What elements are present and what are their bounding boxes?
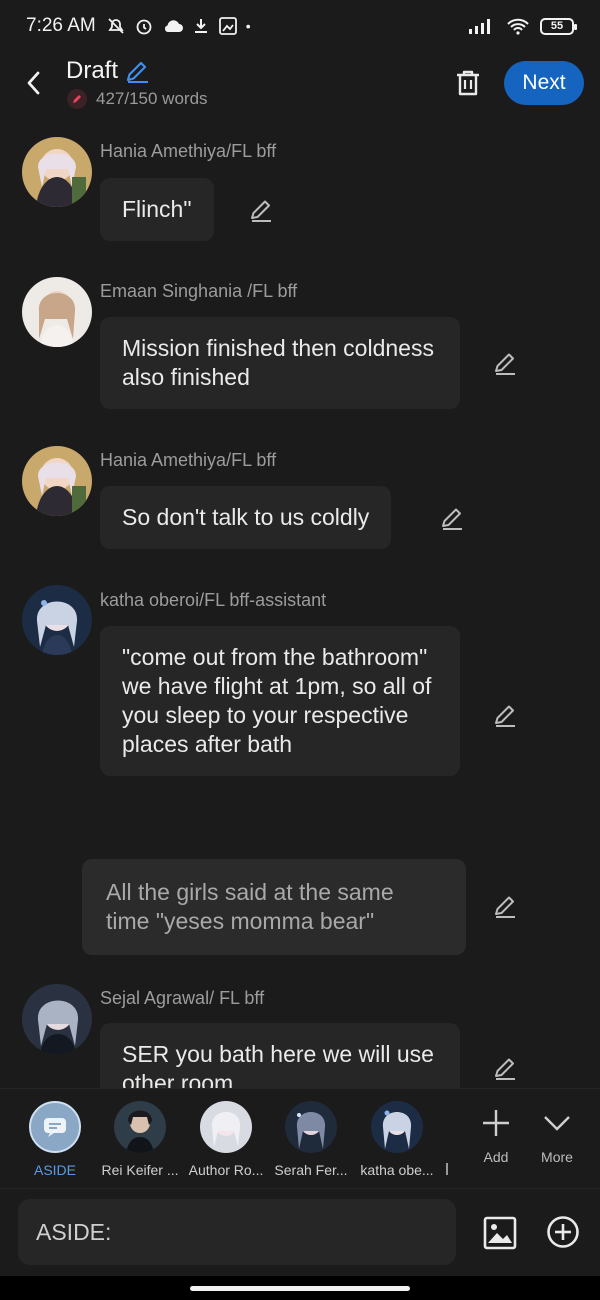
status-bar: 7:26 AM • 55	[0, 0, 600, 52]
signal-icon	[469, 19, 490, 34]
input-placeholder: ASIDE:	[36, 1218, 112, 1245]
edit-title-icon[interactable]	[124, 58, 150, 84]
character-label: Author Ro...	[188, 1162, 264, 1178]
dot-icon: •	[245, 18, 251, 34]
add-character-button[interactable]: Add	[466, 1107, 526, 1165]
add-circle-icon[interactable]	[546, 1215, 580, 1249]
trash-icon[interactable]	[454, 68, 482, 98]
input-bar: ASIDE:	[0, 1188, 600, 1276]
message-input[interactable]: ASIDE:	[18, 1199, 456, 1265]
page-title: Draft	[66, 56, 119, 84]
chevron-left-icon	[27, 71, 40, 95]
avatar-sejal[interactable]	[22, 984, 92, 1054]
message-bubble[interactable]: Flinch"	[100, 178, 214, 241]
plus-icon	[483, 1110, 509, 1136]
character-label: ASIDE	[33, 1162, 76, 1178]
home-indicator[interactable]	[190, 1286, 410, 1291]
header: Draft 427/150 words Next	[0, 52, 600, 114]
avatar-author	[200, 1101, 252, 1153]
character-serah[interactable]: Serah Fer...	[269, 1101, 353, 1178]
message-author: Sejal Agrawal/ FL bff	[100, 988, 265, 1008]
avatar-rei	[114, 1101, 166, 1153]
system-nav-bar	[0, 1276, 600, 1300]
message-bubble[interactable]: So don't talk to us coldly	[100, 486, 392, 549]
character-bar: ASIDE Rei Keifer ... Author Ro... Serah …	[0, 1088, 600, 1188]
avatar-hania[interactable]	[22, 446, 92, 516]
alarm-icon	[136, 19, 152, 35]
edit-message-icon[interactable]	[247, 196, 275, 224]
chat-area: Hania Amethiya/FL bff Flinch" Emaan Sing…	[0, 114, 600, 1088]
status-time: 7:26 AM	[26, 15, 96, 36]
gallery-icon	[218, 17, 237, 35]
edit-message-icon[interactable]	[491, 1054, 519, 1082]
edit-message-icon[interactable]	[491, 349, 519, 377]
character-label: Rei Keifer ...	[101, 1162, 179, 1178]
chat-bubble-icon	[44, 1118, 66, 1137]
chevron-down-icon	[544, 1116, 570, 1131]
message-bubble[interactable]: SER you bath here we will use other room	[100, 1023, 460, 1088]
character-label: Serah Fer...	[274, 1162, 348, 1178]
image-icon[interactable]	[482, 1215, 518, 1251]
avatar-serah	[285, 1101, 337, 1153]
character-katha[interactable]: katha obe...	[355, 1101, 439, 1178]
avatar-emaan[interactable]	[22, 277, 92, 347]
wifi-icon	[507, 18, 529, 35]
next-button[interactable]: Next	[504, 61, 584, 105]
edit-message-icon[interactable]	[438, 504, 466, 532]
aside-bubble[interactable]: All the girls said at the same time "yes…	[82, 859, 466, 955]
cloud-icon	[164, 20, 183, 32]
download-icon	[194, 19, 207, 33]
edit-aside-icon[interactable]	[491, 892, 519, 920]
character-rei[interactable]: Rei Keifer ...	[98, 1101, 182, 1178]
message-author: Emaan Singhania /FL bff	[100, 281, 298, 301]
avatar-katha	[371, 1101, 423, 1153]
mute-icon	[108, 18, 124, 34]
aside-avatar	[29, 1101, 81, 1153]
add-label: Add	[483, 1149, 509, 1165]
status-notification-icons: •	[106, 16, 251, 36]
more-label: More	[541, 1149, 573, 1165]
message-author: katha oberoi/FL bff-assistant	[100, 590, 327, 610]
character-label: katha obe...	[360, 1162, 434, 1178]
character-aside[interactable]: ASIDE	[13, 1101, 97, 1178]
message-author: Hania Amethiya/FL bff	[100, 141, 277, 161]
avatar-hania[interactable]	[22, 137, 92, 207]
message-bubble[interactable]: "come out from the bathroom" we have fli…	[100, 626, 460, 776]
battery-indicator: 55	[540, 17, 577, 35]
edit-message-icon[interactable]	[491, 701, 519, 729]
message-author: Hania Amethiya/FL bff	[100, 450, 277, 470]
message-bubble[interactable]: Mission finished then coldness also fini…	[100, 317, 460, 409]
character-overflow-edge	[446, 1163, 448, 1175]
avatar-katha[interactable]	[22, 585, 92, 655]
battery-level: 55	[550, 20, 564, 32]
pencil-badge-icon	[67, 88, 87, 109]
more-characters-button[interactable]: More	[527, 1107, 587, 1165]
word-count: 427/150 words	[96, 88, 208, 108]
back-button[interactable]	[6, 55, 62, 111]
character-author[interactable]: Author Ro...	[184, 1101, 268, 1178]
